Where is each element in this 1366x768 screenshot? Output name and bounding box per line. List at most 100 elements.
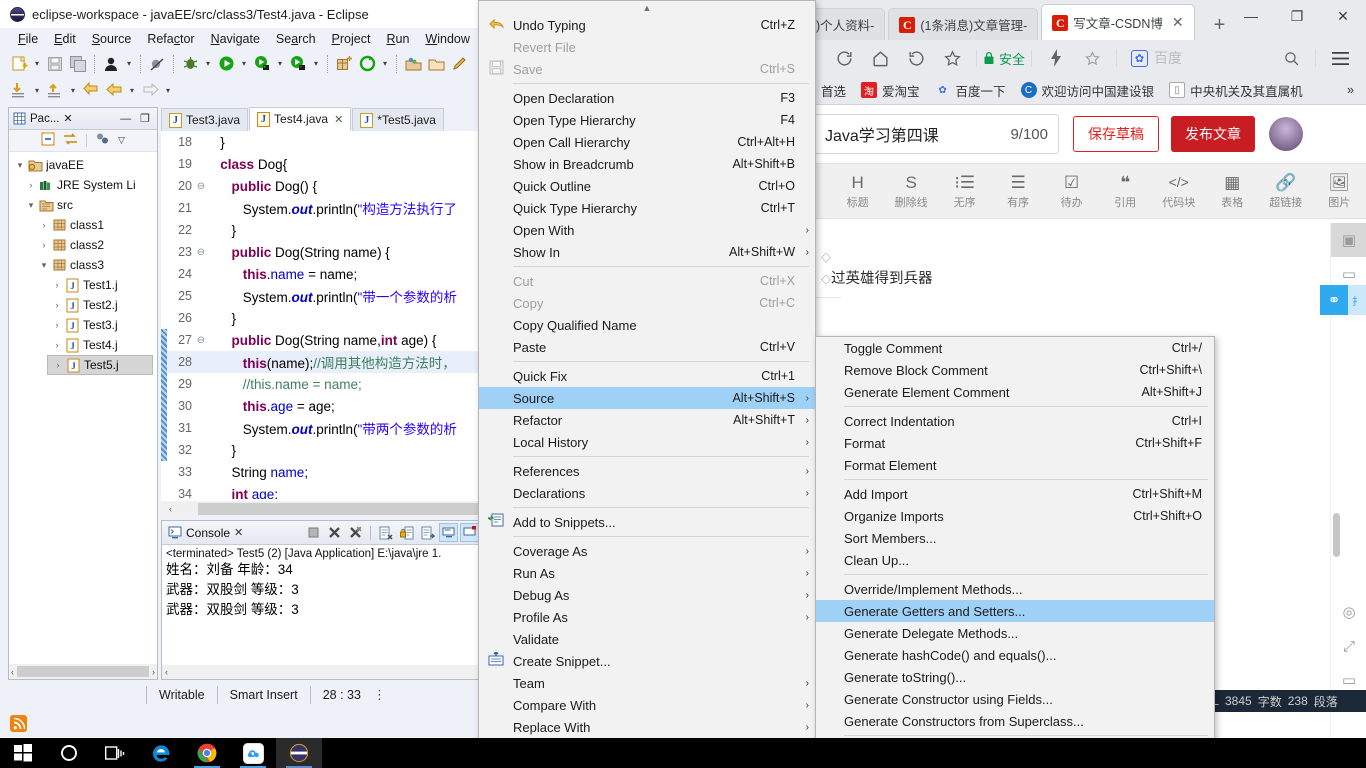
target-icon[interactable]: ◎ (1331, 595, 1366, 629)
tree-node-class2[interactable]: › class2 (11, 235, 157, 255)
submenu-item-format-element[interactable]: Format Element (816, 454, 1214, 476)
menu-edit[interactable]: Edit (46, 30, 84, 48)
menu-item-revert-file[interactable]: Revert File (479, 36, 815, 58)
coverage-icon[interactable] (356, 53, 378, 75)
hamburger-icon[interactable] (1322, 44, 1358, 72)
toolbar-unordered-list[interactable]: ⁝☰ 无序 (938, 164, 992, 218)
new-package-icon[interactable] (333, 53, 355, 75)
submenu-item-override-implement-methods[interactable]: Override/Implement Methods... (816, 578, 1214, 600)
package-explorer-hscrollbar[interactable]: ‹ › (9, 664, 157, 679)
tree-node-test2[interactable]: › J Test2.j (11, 295, 157, 315)
toolbar-table[interactable]: ▦ 表格 (1205, 164, 1259, 218)
bookmark-4[interactable]: ▯ 中央机关及其直属机 (1163, 79, 1309, 102)
chevron-right-icon[interactable]: › (37, 220, 51, 230)
submenu-item-generate-tostring[interactable]: Generate toString()... (816, 666, 1214, 688)
chrome-browser-button[interactable] (184, 738, 230, 768)
fold-marker-icon[interactable]: ⊖ (195, 247, 207, 258)
display-selected-console-icon[interactable] (460, 523, 478, 542)
package-explorer-tab[interactable]: Pac... ✕ — ❐ (9, 108, 157, 130)
save-all-icon[interactable] (67, 53, 89, 75)
toolbar-ordered-list[interactable]: ☰ 有序 (991, 164, 1045, 218)
terminate-icon[interactable] (304, 523, 323, 542)
chevron-down-icon[interactable]: ▾ (123, 53, 135, 75)
chevron-down-icon[interactable]: ▾ (24, 200, 38, 211)
submenu-item-format[interactable]: Format Ctrl+Shift+F (816, 432, 1214, 454)
menu-item-add-to-snippets[interactable]: Add to Snippets... (479, 511, 815, 533)
scrollbar-thumb[interactable] (1333, 513, 1340, 557)
submenu-item-add-import[interactable]: Add Import Ctrl+Shift+M (816, 483, 1214, 505)
menu-item-show-in-breadcrumb[interactable]: Show in Breadcrumb Alt+Shift+B (479, 153, 815, 175)
menu-item-profile-as[interactable]: Profile As › (479, 606, 815, 628)
publish-article-button[interactable]: 发布文章 (1171, 116, 1255, 152)
remove-launch-icon[interactable] (325, 523, 344, 542)
close-icon[interactable]: ✕ (234, 526, 243, 539)
chevron-right-icon[interactable]: › (37, 240, 51, 250)
menu-source[interactable]: Source (84, 30, 140, 48)
menu-item-open-call-hierarchy[interactable]: Open Call Hierarchy Ctrl+Alt+H (479, 131, 815, 153)
back-icon[interactable] (103, 80, 125, 102)
search-engine-chip[interactable]: ✿ 百度 (1131, 48, 1182, 68)
back-icon[interactable] (898, 44, 934, 72)
chevron-right-icon[interactable]: › (24, 180, 38, 190)
menu-item-open-with[interactable]: Open With › (479, 219, 815, 241)
menu-item-validate[interactable]: Validate (479, 628, 815, 650)
menu-item-declarations[interactable]: Declarations › (479, 482, 815, 504)
close-icon[interactable]: ✕ (334, 113, 343, 126)
search-icon[interactable] (448, 53, 470, 75)
toolbar-heading[interactable]: H 标题 (831, 164, 885, 218)
home-icon[interactable] (862, 44, 898, 72)
collapse-all-icon[interactable] (41, 132, 55, 149)
chevron-right-icon[interactable]: › (50, 300, 64, 310)
tree-node-test5[interactable]: › J Test5.j (47, 355, 153, 375)
menu-navigate[interactable]: Navigate (203, 30, 268, 48)
close-icon[interactable]: ✕ (1172, 14, 1184, 31)
toolbar-todo-list[interactable]: ☑ 待办 (1045, 164, 1099, 218)
edge-browser-button[interactable] (138, 738, 184, 768)
chevron-down-icon[interactable]: ▾ (67, 80, 79, 102)
bookmark-1[interactable]: 淘 爱淘宝 (855, 79, 926, 102)
submenu-item-sort-members[interactable]: Sort Members... (816, 527, 1214, 549)
debug-icon[interactable] (179, 53, 201, 75)
menu-window[interactable]: Window (417, 30, 477, 48)
menu-item-quick-outline[interactable]: Quick Outline Ctrl+O (479, 175, 815, 197)
menu-item-undo-typing[interactable]: Undo Typing Ctrl+Z (479, 14, 815, 36)
avatar[interactable] (1269, 117, 1303, 151)
article-title-input[interactable]: Java学习第四课 9/100 (814, 114, 1059, 154)
star-icon[interactable] (934, 44, 970, 72)
scroll-lock-icon[interactable] (397, 523, 416, 542)
menu-item-copy-qualified-name[interactable]: Copy Qualified Name (479, 314, 815, 336)
view-menu-icon[interactable] (95, 132, 110, 149)
clear-console-icon[interactable] (376, 523, 395, 542)
menu-item-compare-with[interactable]: Compare With › (479, 694, 815, 716)
prev-annotation-icon[interactable] (44, 80, 66, 102)
tree-node-test1[interactable]: › J Test1.j (11, 275, 157, 295)
menu-item-replace-with[interactable]: Replace With › (479, 716, 815, 738)
menu-item-local-history[interactable]: Local History › (479, 431, 815, 453)
run-icon[interactable] (215, 53, 237, 75)
menu-item-copy[interactable]: Copy Ctrl+C (479, 292, 815, 314)
maximize-icon[interactable]: ❐ (140, 112, 153, 125)
scrollbar-thumb[interactable] (198, 503, 478, 515)
toolbar-quote[interactable]: ❝ 引用 (1098, 164, 1152, 218)
save-draft-button[interactable]: 保存草稿 (1073, 116, 1159, 152)
menu-scroll-up-button[interactable]: ▲ (479, 1, 815, 14)
menu-item-debug-as[interactable]: Debug As › (479, 584, 815, 606)
menu-item-open-type-hierarchy[interactable]: Open Type Hierarchy F4 (479, 109, 815, 131)
menu-item-cut[interactable]: Cut Ctrl+X (479, 270, 815, 292)
word-wrap-icon[interactable] (418, 523, 437, 542)
chevron-down-icon[interactable]: ▾ (310, 53, 322, 75)
search-icon[interactable] (1273, 44, 1309, 72)
start-button[interactable] (0, 738, 46, 768)
menu-item-refactor[interactable]: Refactor Alt+Shift+T › (479, 409, 815, 431)
run-server-stop-icon[interactable] (287, 53, 309, 75)
menu-item-show-in[interactable]: Show In Alt+Shift+W › (479, 241, 815, 263)
submenu-item-generate-constructors-from-superclass[interactable]: Generate Constructors from Superclass... (816, 710, 1214, 732)
menu-item-open-declaration[interactable]: Open Declaration F3 (479, 87, 815, 109)
open-type-icon[interactable] (402, 53, 424, 75)
bookmarks-overflow-button[interactable]: » (1341, 81, 1366, 99)
link-with-editor-icon[interactable] (63, 132, 78, 149)
menu-item-save[interactable]: Save Ctrl+S (479, 58, 815, 80)
rss-icon[interactable] (10, 715, 27, 732)
submenu-item-generate-element-comment[interactable]: Generate Element Comment Alt+Shift+J (816, 381, 1214, 403)
minimize-icon[interactable]: — (120, 113, 134, 125)
